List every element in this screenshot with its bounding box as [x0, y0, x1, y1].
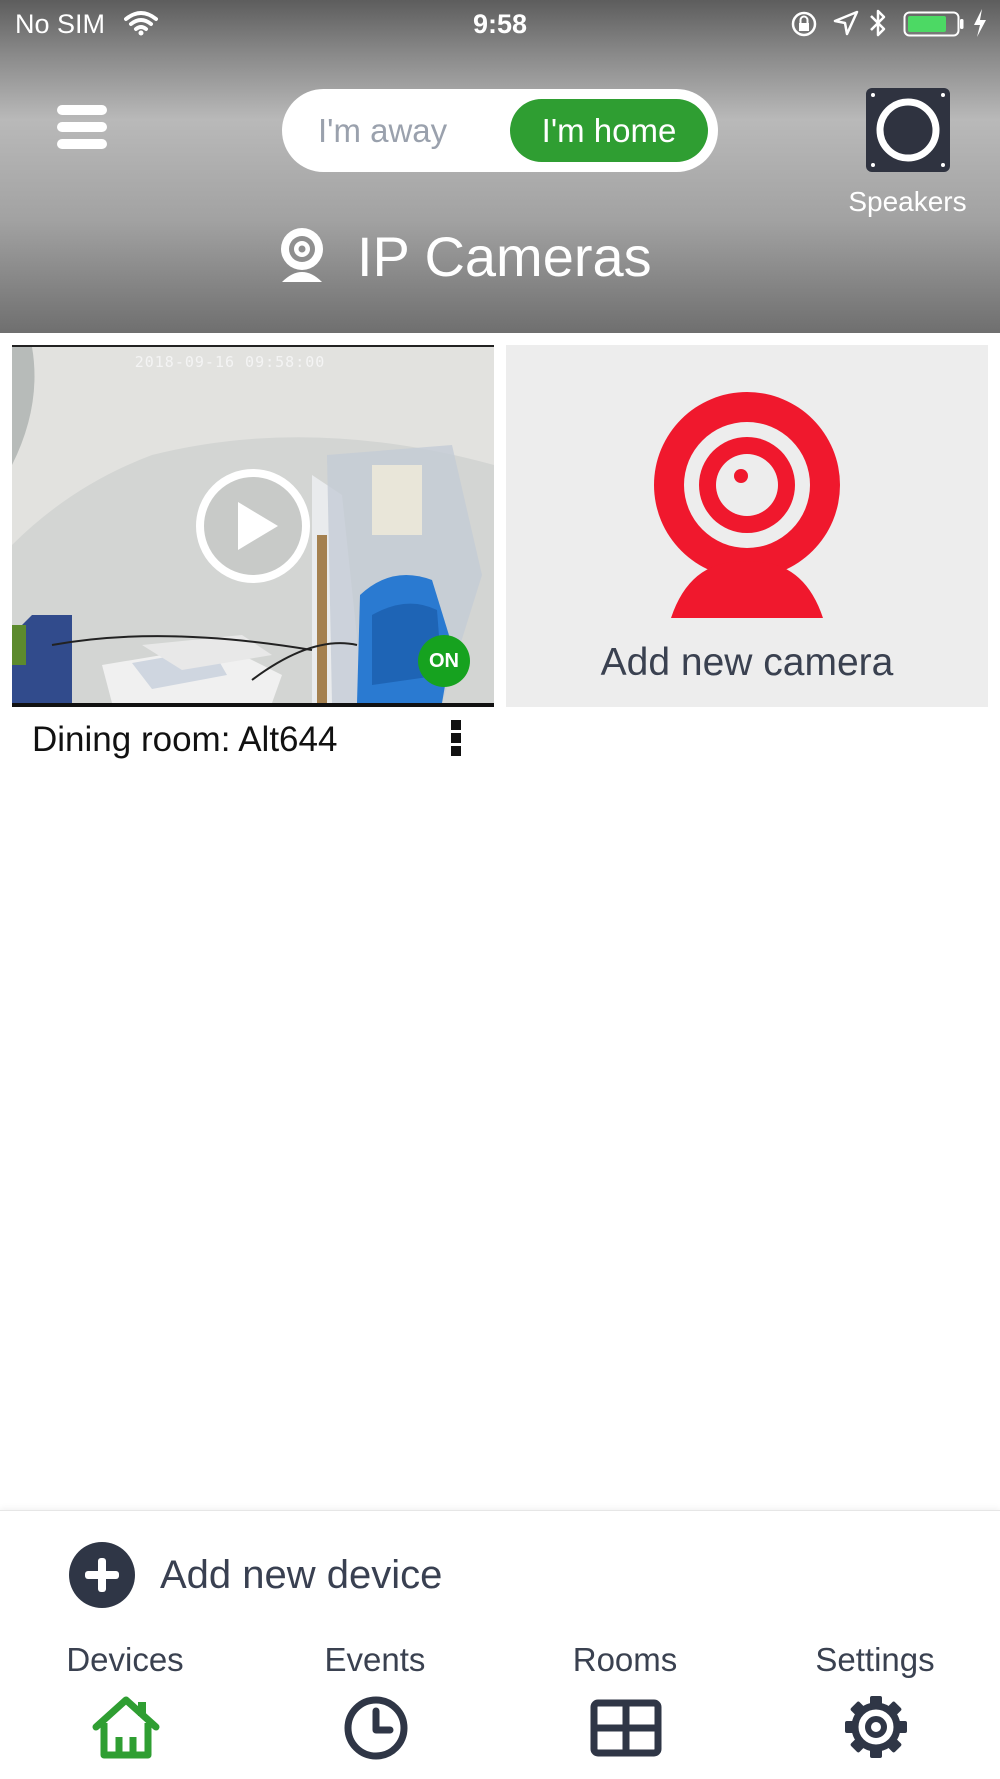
tab-label: Events — [324, 1641, 426, 1678]
clock-icon — [340, 1693, 412, 1766]
battery-icon — [903, 11, 965, 44]
camera-tile[interactable]: 2018-09-16 09:58:00 ON — [12, 345, 494, 707]
page-title: IP Cameras — [357, 225, 652, 288]
add-camera-tile[interactable]: Add new camera — [506, 345, 988, 707]
bluetooth-icon — [868, 8, 888, 45]
hamburger-menu-icon[interactable] — [57, 105, 107, 155]
camera-timestamp: 2018-09-16 09:58:00 — [134, 353, 326, 371]
camera-name: Dining room: Alt644 — [32, 720, 338, 759]
header: No SIM 9:58 I'm away I'm home Speakers I… — [0, 0, 1000, 333]
mode-toggle: I'm away I'm home — [282, 89, 718, 172]
location-arrow-icon — [833, 10, 859, 43]
status-badge: ON — [418, 635, 470, 687]
webcam-icon — [276, 226, 328, 289]
away-mode-button[interactable]: I'm away — [318, 89, 447, 172]
add-device-button[interactable]: Add new device — [68, 1541, 488, 1611]
tab-devices[interactable]: Devices — [0, 1641, 250, 1771]
rotation-lock-icon — [790, 10, 818, 45]
more-options-icon[interactable] — [446, 720, 466, 764]
status-bar: No SIM 9:58 — [0, 0, 1000, 50]
bottom-panel: Add new device Devices Events Rooms Sett… — [0, 1510, 1000, 1779]
speaker-icon — [866, 88, 950, 172]
charging-bolt-icon — [972, 8, 988, 45]
home-icon — [90, 1693, 162, 1766]
tab-label: Devices — [66, 1641, 184, 1678]
gear-icon — [840, 1693, 912, 1766]
speakers-button[interactable]: Speakers — [840, 88, 975, 218]
add-device-label: Add new device — [160, 1553, 443, 1597]
grid-icon — [590, 1693, 662, 1766]
tab-label: Rooms — [572, 1641, 678, 1678]
tab-events[interactable]: Events — [250, 1641, 500, 1771]
tab-settings[interactable]: Settings — [750, 1641, 1000, 1771]
home-mode-button[interactable]: I'm home — [510, 99, 708, 162]
play-icon[interactable] — [194, 467, 312, 590]
tab-rooms[interactable]: Rooms — [500, 1641, 750, 1771]
speakers-label: Speakers — [848, 186, 967, 217]
tab-label: Settings — [815, 1641, 935, 1678]
page-title-bar: IP Cameras — [0, 220, 1000, 290]
add-camera-label: Add new camera — [600, 641, 894, 684]
webcam-icon — [651, 390, 843, 625]
plus-circle-icon — [68, 1541, 136, 1614]
